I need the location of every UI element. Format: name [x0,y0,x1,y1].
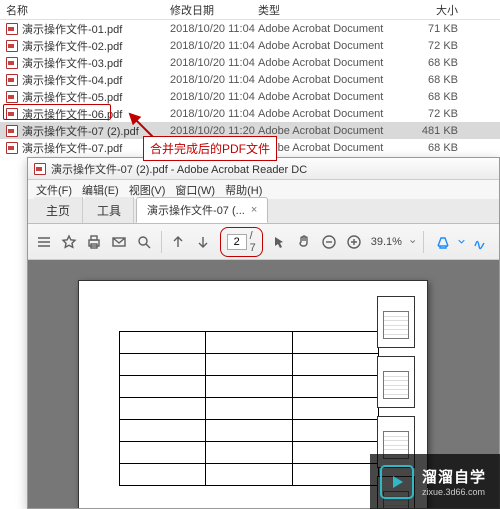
tabbar: 主页 工具 演示操作文件-07 (... × [28,199,499,224]
pdf-icon [6,142,18,154]
explorer-header: 名称 修改日期 类型 大小 [0,0,500,20]
pdf-icon [6,125,18,137]
tab-document-label: 演示操作文件-07 (... [147,202,245,218]
thumbnail [377,296,415,348]
file-name: 演示操作文件-05.pdf [22,89,122,105]
col-type[interactable]: 类型 [258,2,398,18]
file-type: Adobe Acrobat Document [258,40,398,52]
file-type: Adobe Acrobat Document [258,57,398,69]
menu-file[interactable]: 文件(F) [36,182,72,198]
window-title: 演示操作文件-07 (2).pdf - Adobe Acrobat Reader… [51,161,307,177]
file-name: 演示操作文件-04.pdf [22,72,122,88]
tab-home[interactable]: 主页 [34,197,83,223]
file-row[interactable]: 演示操作文件-03.pdf 2018/10/20 11:04Adobe Acrob… [0,54,500,71]
file-name: 演示操作文件-02.pdf [22,38,122,54]
search-button[interactable] [136,231,153,253]
pdf-icon [6,57,18,69]
col-name[interactable]: 名称 [0,2,170,18]
select-tool-button[interactable] [271,231,288,253]
file-size: 68 KB [398,142,478,154]
file-size: 72 KB [398,108,478,120]
next-page-button[interactable] [195,231,212,253]
titlebar: 演示操作文件-07 (2).pdf - Adobe Acrobat Reader… [28,158,499,180]
file-size: 71 KB [398,23,478,35]
file-name: 演示操作文件-01.pdf [22,21,122,37]
file-type: Adobe Acrobat Document [258,91,398,103]
print-button[interactable] [86,231,103,253]
file-row[interactable]: 演示操作文件-06.pdf 2018/10/20 11:04Adobe Acrob… [0,105,500,122]
file-size: 68 KB [398,91,478,103]
file-type: Adobe Acrobat Document [258,108,398,120]
hand-tool-button[interactable] [296,231,313,253]
chevron-down-icon[interactable] [410,238,415,245]
file-size: 72 KB [398,40,478,52]
file-row[interactable]: 演示操作文件-01.pdf 2018/10/20 11:04Adobe Acrob… [0,20,500,37]
file-size: 68 KB [398,74,478,86]
file-type: Adobe Acrobat Document [258,125,398,137]
zoom-level[interactable]: 39.1% [371,236,402,248]
tab-tools[interactable]: 工具 [85,197,134,223]
page-total: / 7 [250,230,256,254]
annotation-callout: 合并完成后的PDF文件 [143,136,277,161]
file-date: 2018/10/20 11:04 [170,23,258,35]
highlight-button[interactable] [432,231,454,253]
table-content [119,331,379,486]
prev-page-button[interactable] [170,231,187,253]
file-type: Adobe Acrobat Document [258,142,398,154]
file-type: Adobe Acrobat Document [258,74,398,86]
toolbar: / 7 39.1% [28,224,499,260]
zoom-in-button[interactable] [346,231,363,253]
file-size: 68 KB [398,57,478,69]
pdf-icon [34,163,46,175]
file-date: 2018/10/20 11:04 [170,74,258,86]
pdf-icon [6,74,18,86]
file-date: 2018/10/20 11:20 [170,125,258,137]
file-type: Adobe Acrobat Document [258,23,398,35]
menu-help[interactable]: 帮助(H) [225,182,262,198]
file-name: 演示操作文件-06.pdf [22,106,122,122]
file-row[interactable]: 演示操作文件-05.pdf 2018/10/20 11:04Adobe Acrob… [0,88,500,105]
separator [423,231,424,253]
tab-document[interactable]: 演示操作文件-07 (... × [136,197,268,223]
pdf-icon [6,91,18,103]
file-date: 2018/10/20 11:04 [170,40,258,52]
star-button[interactable] [61,231,78,253]
signature-button[interactable] [469,231,491,253]
file-size: 481 KB [398,125,478,137]
file-date: 2018/10/20 11:04 [170,91,258,103]
page-indicator: / 7 [220,227,263,257]
file-row[interactable]: 演示操作文件-02.pdf 2018/10/20 11:04Adobe Acrob… [0,37,500,54]
watermark: 溜溜自学 zixue.3d66.com [370,454,500,509]
file-row[interactable]: 演示操作文件-04.pdf 2018/10/20 11:04Adobe Acrob… [0,71,500,88]
play-icon [380,465,414,499]
sidebar-toggle-button[interactable] [36,231,53,253]
page-input[interactable] [227,234,247,250]
file-name: 演示操作文件-07.pdf [22,140,122,156]
zoom-out-button[interactable] [321,231,338,253]
menu-window[interactable]: 窗口(W) [175,182,215,198]
pdf-icon [6,108,18,120]
watermark-title: 溜溜自学 [422,466,486,487]
close-icon[interactable]: × [251,204,257,216]
menu-view[interactable]: 视图(V) [129,182,166,198]
separator [161,231,162,253]
file-date: 2018/10/20 11:04 [170,57,258,69]
chevron-down-icon[interactable] [458,238,465,245]
watermark-url: zixue.3d66.com [422,487,486,497]
mail-button[interactable] [111,231,128,253]
pdf-icon [6,40,18,52]
file-name: 演示操作文件-07 (2).pdf [22,123,139,139]
menu-edit[interactable]: 编辑(E) [82,182,119,198]
file-name: 演示操作文件-03.pdf [22,55,122,71]
col-date[interactable]: 修改日期 [170,2,258,18]
col-size[interactable]: 大小 [398,2,478,18]
thumbnail [377,356,415,408]
pdf-icon [6,23,18,35]
file-date: 2018/10/20 11:04 [170,108,258,120]
